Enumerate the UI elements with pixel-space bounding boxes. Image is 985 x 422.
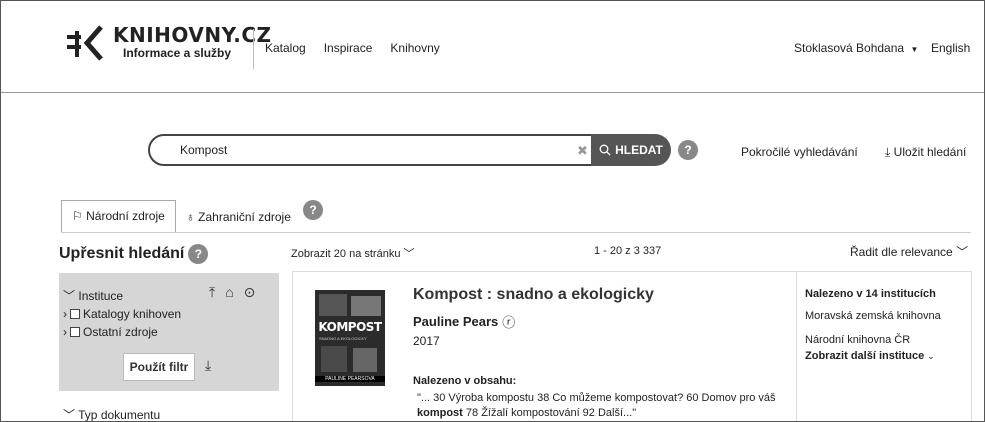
- language-link[interactable]: English: [931, 41, 970, 55]
- per-page-label: Zobrazit 20 na stránku: [291, 248, 401, 260]
- tabs-underline: [61, 232, 971, 233]
- nav-katalog[interactable]: Katalog: [265, 41, 306, 55]
- logo-mark-icon: [67, 25, 103, 61]
- save-search-link[interactable]: ⤓ Uložit hledání: [885, 145, 966, 160]
- tab-foreign-label: Zahraniční zdroje: [198, 210, 291, 224]
- result-author-name: Pauline Pears: [413, 314, 499, 329]
- source-tabs: ⚐ Národní zdroje ♁ Zahraniční zdroje: [61, 200, 301, 232]
- filter-header[interactable]: ﹀ Instituce: [63, 287, 123, 304]
- result-year: 2017: [413, 334, 440, 348]
- person-icon: ⓡ: [502, 315, 516, 330]
- institutions-head: Nalezeno v 14 institucích: [805, 288, 936, 300]
- help-icon[interactable]: ?: [678, 140, 698, 160]
- user-name: Stoklasová Bohdana: [794, 41, 905, 55]
- search-box: ✖: [148, 134, 668, 166]
- app-frame: KNIHOVNY.CZ Informace a služby Katalog I…: [0, 0, 985, 422]
- download-icon[interactable]: ⤓: [205, 357, 211, 374]
- main-nav: Katalog Inspirace Knihovny: [265, 41, 440, 55]
- chevron-down-icon: ﹀: [63, 408, 76, 422]
- logo-subtitle: Informace a služby: [123, 46, 232, 60]
- caret-down-icon: ▼: [910, 45, 919, 54]
- filter-option-catalogs[interactable]: › Katalogy knihoven: [63, 307, 181, 321]
- per-page-select[interactable]: Zobrazit 20 na stránku ﹀: [291, 245, 415, 261]
- refine-title-text: Upřesnit hledání: [59, 245, 185, 262]
- search-band: ✖ HLEDAT ? Pokročilé vyhledávání ⤓ Uloži…: [1, 94, 984, 264]
- filter-title: Instituce: [78, 289, 124, 303]
- sort-label: Řadit dle relevance: [850, 245, 953, 259]
- book-cover[interactable]: KOMPOST SNADNO A EKOLOGICKY PAULINE PEAR…: [315, 290, 385, 386]
- globe-pin-icon: ♁: [185, 210, 195, 224]
- results-range: 1 - 20 z 3 337: [594, 245, 662, 257]
- top-header: KNIHOVNY.CZ Informace a služby Katalog I…: [1, 1, 984, 93]
- result-author[interactable]: Pauline Pears ⓡ: [413, 312, 515, 331]
- filter-panel-institution: ﹀ Instituce ⤒ ⌂ ⊙ › Katalogy knihoven › …: [59, 273, 279, 391]
- download-icon: ⤓: [885, 145, 891, 159]
- refine-help-icon[interactable]: ?: [188, 244, 209, 264]
- checkbox[interactable]: [70, 327, 80, 337]
- chevron-down-icon: ﹀: [956, 245, 969, 259]
- chevron-right-icon: ›: [63, 307, 67, 321]
- filter-option-label: Katalogy knihoven: [83, 307, 182, 321]
- result-title[interactable]: Kompost : snadno a ekologicky: [413, 286, 654, 304]
- tab-national-sources[interactable]: ⚐ Národní zdroje: [61, 200, 176, 232]
- result-item: KOMPOST SNADNO A EKOLOGICKY PAULINE PEAR…: [292, 271, 973, 421]
- apply-filter-button[interactable]: Použít filtr: [123, 353, 195, 381]
- upload-icon[interactable]: ⤒: [209, 284, 215, 301]
- more-institutions-link[interactable]: Zobrazit další instituce ⌄: [805, 350, 935, 362]
- chevron-down-icon: ﹀: [403, 248, 415, 260]
- tab-national-label: Národní zdroje: [86, 209, 165, 223]
- user-menu[interactable]: Stoklasová Bohdana ▼: [794, 41, 918, 55]
- checkbox[interactable]: [70, 309, 80, 319]
- advanced-search-link[interactable]: Pokročilé vyhledávání: [741, 145, 858, 159]
- logo[interactable]: KNIHOVNY.CZ Informace a služby: [65, 23, 272, 63]
- clear-icon[interactable]: ✖: [577, 143, 588, 159]
- filter-document-type[interactable]: ﹀ Typ dokumentu: [63, 406, 161, 422]
- cover-subtitle: SNADNO A EKOLOGICKY: [319, 336, 367, 341]
- snippet-line-2: kompost 78 Žížalí kompostování 92 Další.…: [417, 407, 636, 419]
- nav-knihovny[interactable]: Knihovny: [390, 41, 439, 55]
- institution-link[interactable]: Národní knihovna ČR: [805, 334, 910, 346]
- found-in-content-label: Nalezeno v obsahu:: [413, 375, 517, 387]
- save-search-label: Uložit hledání: [893, 145, 967, 159]
- logo-title: KNIHOVNY.CZ: [113, 23, 272, 47]
- institution-link[interactable]: Moravská zemská knihovna: [805, 310, 941, 322]
- cover-author: PAULINE PEARSOVA: [315, 376, 385, 382]
- filter-option-label: Ostatní zdroje: [83, 325, 158, 339]
- nav-inspirace[interactable]: Inspirace: [324, 41, 373, 55]
- search-button-label: HLEDAT: [615, 143, 663, 157]
- filter-tools: ⤒ ⌂ ⊙: [209, 284, 255, 301]
- cover-title: KOMPOST: [318, 320, 382, 334]
- home-icon[interactable]: ⌂: [225, 284, 233, 301]
- chevron-down-icon: ﹀: [63, 289, 76, 303]
- institutions-column: Nalezeno v 14 institucích Moravská zemsk…: [796, 272, 973, 421]
- filter-option-other[interactable]: › Ostatní zdroje: [63, 325, 158, 339]
- tab-foreign-sources[interactable]: ♁ Zahraniční zdroje: [176, 202, 301, 232]
- search-icon: [599, 144, 611, 156]
- sort-select[interactable]: Řadit dle relevance ﹀: [850, 243, 968, 260]
- more-institutions-label: Zobrazit další instituce: [805, 350, 925, 362]
- flag-icon: ⚐: [72, 209, 83, 223]
- snippet-line-1: "... 30 Výroba kompostu 38 Co můžeme kom…: [417, 392, 776, 404]
- snippet-rest: 78 Žížalí kompostování 92 Další...": [462, 407, 637, 419]
- search-button[interactable]: HLEDAT: [591, 134, 671, 166]
- snippet-highlight: kompost: [417, 407, 463, 419]
- chevron-right-icon: ›: [63, 325, 67, 339]
- search-input[interactable]: [180, 136, 580, 164]
- tabs-help-icon[interactable]: ?: [303, 200, 323, 220]
- location-pin-icon[interactable]: ⊙: [244, 284, 256, 301]
- filter-document-type-label: Typ dokumentu: [78, 408, 161, 422]
- header-divider: [253, 29, 254, 69]
- refine-title: Upřesnit hledání ?: [59, 244, 209, 264]
- chevron-down-icon: ⌄: [927, 351, 935, 361]
